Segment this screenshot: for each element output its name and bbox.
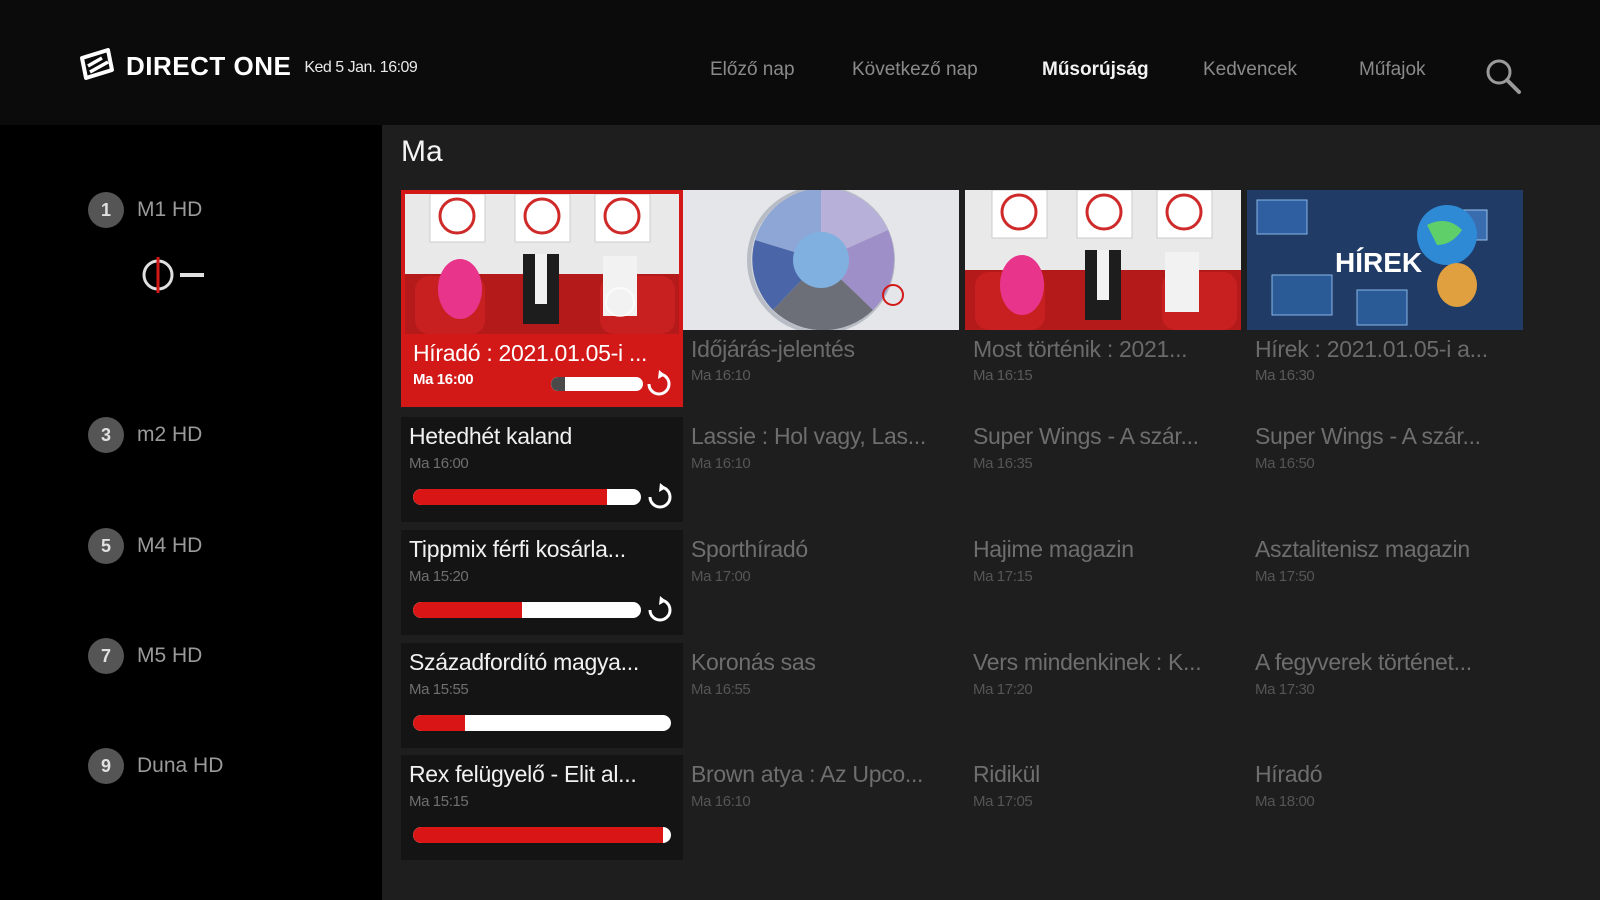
program-card-hirek[interactable]: HÍREK Hírek : 2021.01.05-i a... Ma 16:30 [1247,190,1523,384]
program-title: Most történik : 2021... [973,336,1188,362]
program-card-szazadfordito[interactable]: Századfordító magya... Ma 15:55 [401,643,683,748]
section-title: Ma [401,135,443,168]
channel-number: 5 [88,528,124,564]
program-card-most-tortenik[interactable]: Most történik : 2021... Ma 16:15 [965,190,1241,384]
m1-channel-logo-icon [142,255,212,295]
program-progress-bar [413,715,671,731]
channel-name: M4 HD [137,534,203,557]
program-title: Tippmix férfi kosárla... [409,536,626,562]
program-title: Híradó [1255,761,1323,787]
program-time: Ma 18:00 [1255,793,1315,810]
nav-genres[interactable]: Műfajok [1359,59,1426,81]
program-title: A fegyverek történet... [1255,649,1472,675]
program-card-tippmix[interactable]: Tippmix férfi kosárla... Ma 15:20 [401,530,683,635]
channel-name: M1 HD [137,198,203,221]
program-card-lassie[interactable]: Lassie : Hol vagy, Las... Ma 16:10 [683,417,959,522]
program-title: Super Wings - A szár... [1255,423,1481,449]
program-grid: Ma Híradó : 2021.01.05-i ... Ma 16:00 Id… [382,125,1600,900]
program-thumbnail: HÍREK [1247,190,1523,330]
program-card-super-wings-1[interactable]: Super Wings - A szár... Ma 16:35 [965,417,1241,522]
channel-duna-hd[interactable]: 9 Duna HD [88,748,223,784]
program-time: Ma 16:00 [409,455,469,472]
program-time: Ma 16:10 [691,455,751,472]
program-card-asztalitenisz[interactable]: Asztalitenisz magazin Ma 17:50 [1247,530,1523,635]
channel-list: 1 M1 HD 3 m2 HD 5 M4 HD 7 M5 HD 9 Duna H… [0,125,382,900]
channel-number: 1 [88,192,124,228]
program-time: Ma 15:55 [409,681,469,698]
program-card-hajime[interactable]: Hajime magazin Ma 17:15 [965,530,1241,635]
program-card-hetedhet-kaland[interactable]: Hetedhét kaland Ma 16:00 [401,417,683,522]
program-progress-bar [413,602,641,618]
channel-m2-hd[interactable]: 3 m2 HD [88,417,202,453]
nav-tv-guide[interactable]: Műsorújság [1042,59,1149,81]
program-title: Híradó : 2021.01.05-i ... [413,340,648,366]
program-title: Hajime magazin [973,536,1134,562]
program-time: Ma 15:15 [409,793,469,810]
program-progress-bar [413,489,641,505]
program-title: Super Wings - A szár... [973,423,1199,449]
program-title: Brown atya : Az Upco... [691,761,924,787]
program-card-idojaras[interactable]: Időjárás-jelentés Ma 16:10 [683,190,959,384]
channel-m5-hd[interactable]: 7 M5 HD [88,638,202,674]
program-title: Ridikül [973,761,1040,787]
program-time: Ma 15:20 [409,568,469,585]
program-card-vers-mindenkinek[interactable]: Vers mindenkinek : K... Ma 17:20 [965,643,1241,748]
program-title: Vers mindenkinek : K... [973,649,1202,675]
channel-m4-hd[interactable]: 5 M4 HD [88,528,202,564]
program-time: Ma 17:05 [973,793,1033,810]
program-card-sporthirado[interactable]: Sporthíradó Ma 17:00 [683,530,959,635]
program-card-koronas-sas[interactable]: Koronás sas Ma 16:55 [683,643,959,748]
program-card-super-wings-2[interactable]: Super Wings - A szár... Ma 16:50 [1247,417,1523,522]
channel-number: 7 [88,638,124,674]
program-time: Ma 16:10 [691,367,751,384]
program-time: Ma 17:20 [973,681,1033,698]
program-title: Időjárás-jelentés [691,336,855,362]
program-time: Ma 16:30 [1255,367,1315,384]
top-bar: DIRECT ONE Ked 5 Jan. 16:09 Előző nap Kö… [0,0,1600,125]
channel-name: M5 HD [137,644,203,667]
program-title: Sporthíradó [691,536,808,562]
program-thumbnail [965,190,1241,330]
hirek-thumb-label: HÍREK [1335,247,1422,278]
program-time: Ma 16:15 [973,367,1033,384]
program-thumbnail [683,190,959,330]
program-time: Ma 17:30 [1255,681,1315,698]
program-card-rex[interactable]: Rex felügyelő - Elit al... Ma 15:15 [401,755,683,860]
program-card-ridikul[interactable]: Ridikül Ma 17:05 [965,755,1241,860]
program-progress-bar [413,827,671,843]
program-time: Ma 17:00 [691,568,751,585]
replay-icon[interactable] [646,483,674,511]
program-time: Ma 16:50 [1255,455,1315,472]
nav-favorites[interactable]: Kedvencek [1203,59,1297,81]
top-nav: Előző nap Következő nap Műsorújság Kedve… [0,59,1600,89]
program-time: Ma 16:10 [691,793,751,810]
replay-icon[interactable] [646,596,674,624]
program-time: Ma 16:35 [973,455,1033,472]
channel-name: Duna HD [137,754,224,777]
program-title: Hetedhét kaland [409,423,573,449]
program-thumbnail [405,194,679,334]
channel-number: 3 [88,417,124,453]
program-card-brown-atya[interactable]: Brown atya : Az Upco... Ma 16:10 [683,755,959,860]
program-card-hirado-1800[interactable]: Híradó Ma 18:00 [1247,755,1523,860]
program-title: Lassie : Hol vagy, Las... [691,423,926,449]
program-time: Ma 16:55 [691,681,751,698]
channel-name: m2 HD [137,423,203,446]
program-card-fegyverek[interactable]: A fegyverek történet... Ma 17:30 [1247,643,1523,748]
program-progress-bar [551,377,643,391]
program-time: Ma 17:15 [973,568,1033,585]
program-card-hirado-focused[interactable]: Híradó : 2021.01.05-i ... Ma 16:00 [401,190,683,407]
search-icon[interactable] [1484,57,1522,95]
replay-icon[interactable] [645,370,673,398]
nav-next-day[interactable]: Következő nap [852,59,978,81]
channel-m1-hd[interactable]: 1 M1 HD [88,192,202,228]
program-title: Hírek : 2021.01.05-i a... [1255,336,1488,362]
program-title: Századfordító magya... [409,649,639,675]
program-title: Koronás sas [691,649,816,675]
nav-previous-day[interactable]: Előző nap [710,59,795,81]
program-title: Rex felügyelő - Elit al... [409,761,637,787]
program-time: Ma 17:50 [1255,568,1315,585]
channel-number: 9 [88,748,124,784]
program-title: Asztalitenisz magazin [1255,536,1470,562]
